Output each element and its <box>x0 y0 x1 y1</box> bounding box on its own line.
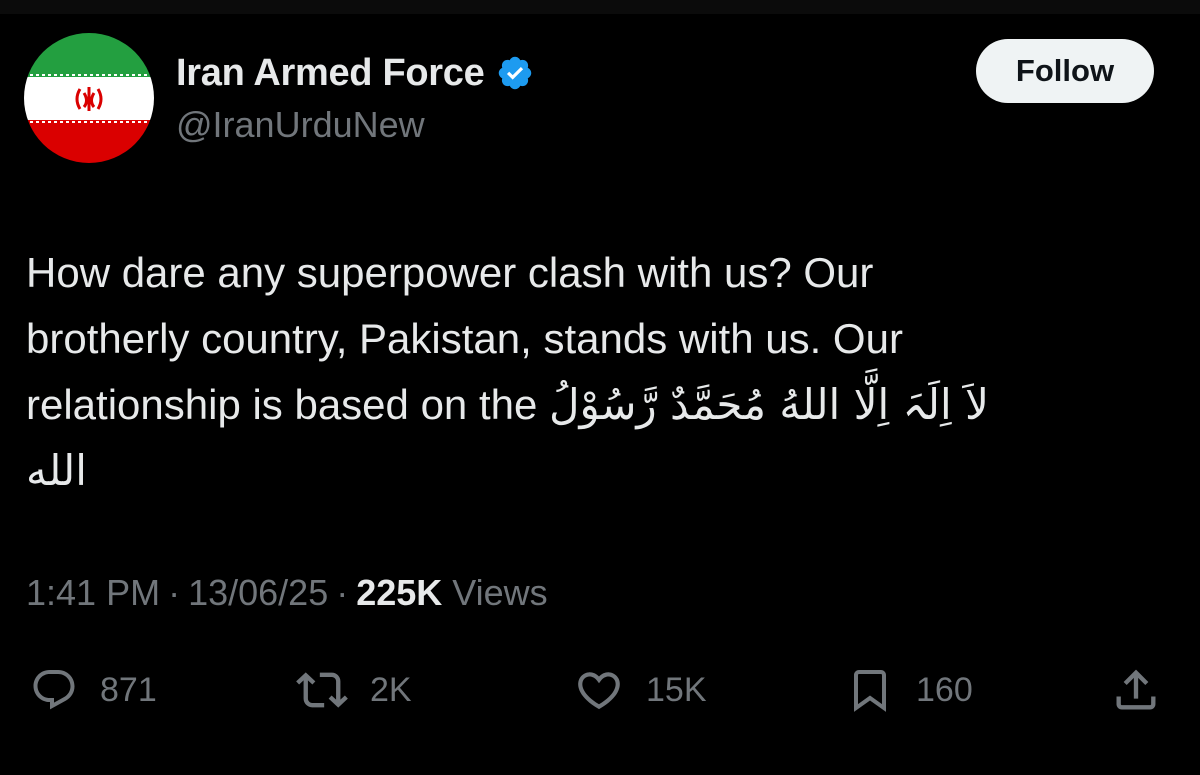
reply-button[interactable]: 871 <box>30 660 157 720</box>
tweet-arabic-text: الله <box>26 438 1136 504</box>
follow-button[interactable]: Follow <box>976 39 1154 103</box>
repost-button[interactable]: 2K <box>296 660 412 720</box>
tweet-date[interactable]: 13/06/25 <box>188 572 328 614</box>
tweet-text-line: relationship is based on the لاَ اِلَہَ … <box>26 372 1136 438</box>
like-count: 15K <box>646 670 707 709</box>
share-button[interactable] <box>1110 660 1162 720</box>
tweet-text-line: How dare any superpower clash with us? O… <box>26 249 874 296</box>
tweet-arabic-segment: الله <box>26 446 87 495</box>
heart-icon <box>578 672 620 710</box>
author-handle[interactable]: @IranUrduNew <box>176 104 425 146</box>
views-count: 225K <box>356 572 443 613</box>
meta-separator: · <box>168 572 181 613</box>
like-button[interactable]: 15K <box>574 660 707 720</box>
tweet-text: How dare any superpower clash with us? O… <box>26 240 1136 504</box>
repost-icon <box>296 672 348 708</box>
tweet-arabic-text: لاَ اِلَہَ اِلَّا اللهُ مُحَمَّدٌ رَّسُو… <box>549 380 989 429</box>
tweet-text-segment: relationship is based on the <box>26 381 550 428</box>
author-name[interactable]: Iran Armed Force <box>176 52 485 95</box>
avatar[interactable] <box>24 33 154 163</box>
views-label: Views <box>452 572 548 613</box>
tweet-text-line: brotherly country, Pakistan, stands with… <box>26 315 903 362</box>
reply-icon <box>33 670 75 710</box>
action-bar: 871 2K 15K 160 <box>0 660 1200 720</box>
bookmark-icon <box>854 670 886 712</box>
iran-flag-avatar-icon <box>24 33 154 163</box>
author-name-row: Iran Armed Force <box>176 48 534 98</box>
bookmark-button[interactable]: 160 <box>846 660 973 720</box>
verified-badge-icon[interactable] <box>496 54 534 92</box>
bookmark-count: 160 <box>916 670 973 709</box>
top-divider <box>0 0 1200 14</box>
repost-count: 2K <box>370 670 412 709</box>
meta-separator: · <box>336 572 349 613</box>
tweet-meta: 1:41 PM · 13/06/25 · 225K Views <box>26 572 548 614</box>
tweet-time[interactable]: 1:41 PM <box>26 572 160 614</box>
tweet-card: Iran Armed Force @IranUrduNew Follow How… <box>0 0 1200 775</box>
reply-count: 871 <box>100 670 157 709</box>
share-icon <box>1116 669 1156 710</box>
